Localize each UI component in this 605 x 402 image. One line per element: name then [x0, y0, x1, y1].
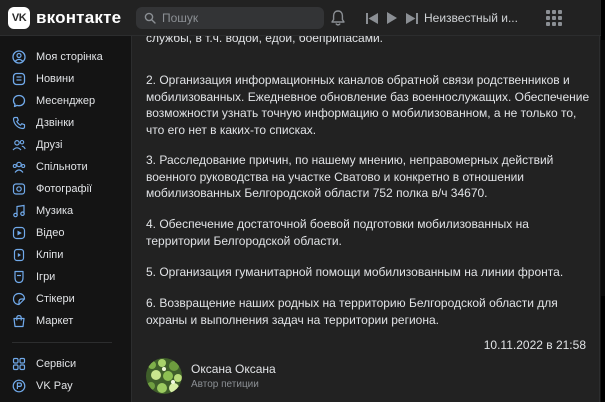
sidebar-item-label: Фотографії: [36, 183, 93, 195]
market-icon: [13, 314, 25, 328]
post-content: службы, в т.ч. водой, едой, боеприпасами…: [131, 36, 600, 402]
notifications-bell-icon[interactable]: [330, 9, 346, 27]
sidebar-item-label: Друзі: [36, 139, 63, 151]
post-paragraph: службы, в т.ч. водой, едой, боеприпасами…: [146, 36, 383, 45]
sidebar-item-label: Відео: [36, 227, 65, 239]
next-track-icon[interactable]: [406, 12, 418, 24]
sidebar-item-label: Маркет: [36, 315, 74, 327]
photos-icon: [12, 183, 26, 195]
petition-author[interactable]: Оксана Оксана Автор петиции: [146, 358, 276, 394]
top-header: VK вконтакте Неизвестный и...: [0, 0, 605, 36]
left-sidebar: Моя сторінка Новини Месенджер Дзвінки Др…: [0, 37, 125, 402]
sidebar-item-market[interactable]: Маркет: [0, 310, 125, 332]
messenger-icon: [12, 94, 26, 108]
author-name[interactable]: Оксана Оксана: [191, 362, 276, 376]
sidebar-item-video[interactable]: Відео: [0, 222, 125, 244]
vk-logo[interactable]: VK вконтакте: [8, 7, 121, 29]
sidebar-item-music[interactable]: Музика: [0, 200, 125, 222]
current-track-title[interactable]: Неизвестный и...: [424, 11, 518, 25]
vkpay-icon: [12, 379, 26, 393]
search-icon: [144, 12, 156, 24]
sidebar-item-my-page[interactable]: Моя сторінка: [0, 46, 125, 68]
search-box[interactable]: [136, 7, 324, 29]
sidebar-item-stickers[interactable]: Стікери: [0, 288, 125, 310]
sidebar-item-label: Дзвінки: [36, 117, 75, 129]
profile-icon: [12, 50, 26, 64]
news-icon: [12, 72, 26, 86]
header-edge: [601, 0, 605, 36]
avatar[interactable]: [146, 358, 182, 394]
post-paragraph: 4. Обеспечение достаточной боевой подгот…: [146, 217, 529, 248]
sidebar-item-clips[interactable]: Кліпи: [0, 244, 125, 266]
sidebar-divider: [12, 342, 112, 343]
stickers-icon: [12, 292, 26, 306]
sidebar-item-services[interactable]: Сервіси: [0, 353, 125, 375]
author-info: Оксана Оксана Автор петиции: [191, 362, 276, 390]
sidebar-item-label: Спільноти: [36, 161, 88, 173]
sidebar-item-calls[interactable]: Дзвінки: [0, 112, 125, 134]
play-icon[interactable]: [387, 12, 397, 24]
sidebar-item-news[interactable]: Новини: [0, 68, 125, 90]
friends-icon: [12, 139, 26, 151]
sidebar-item-label: VK Pay: [36, 380, 73, 392]
sidebar-item-label: Моя сторінка: [36, 51, 103, 63]
services-icon: [12, 357, 26, 371]
sidebar-item-label: Новини: [36, 73, 75, 85]
vk-logo-text: вконтакте: [36, 8, 122, 27]
sidebar-item-communities[interactable]: Спільноти: [0, 156, 125, 178]
phone-icon: [12, 116, 26, 130]
sidebar-item-games[interactable]: Ігри: [0, 266, 125, 288]
sidebar-item-label: Месенджер: [36, 95, 96, 107]
post-paragraph: 3. Расследование причин, по нашему мнени…: [146, 153, 554, 200]
previous-track-icon[interactable]: [366, 12, 378, 24]
music-icon: [13, 204, 25, 218]
video-icon: [12, 226, 26, 240]
post-paragraph: 6. Возвращение наших родных на территори…: [146, 296, 558, 327]
sidebar-item-label: Сервіси: [36, 358, 77, 370]
communities-icon: [12, 161, 26, 173]
sidebar-item-friends[interactable]: Друзі: [0, 134, 125, 156]
post-date: 10.11.2022 в 21:58: [483, 338, 586, 352]
sidebar-item-label: Музика: [36, 205, 74, 217]
sidebar-item-photos[interactable]: Фотографії: [0, 178, 125, 200]
music-player-controls: [366, 12, 418, 24]
sidebar-item-label: Ігри: [36, 271, 56, 283]
sidebar-item-messenger[interactable]: Месенджер: [0, 90, 125, 112]
clips-icon: [13, 248, 25, 262]
post-paragraph: 2. Организация информационных каналов об…: [146, 73, 590, 137]
scrollbar-thumb[interactable]: [601, 40, 605, 296]
author-role: Автор петиции: [191, 379, 259, 390]
apps-grid-icon[interactable]: [546, 10, 562, 26]
games-icon: [14, 270, 24, 284]
search-input[interactable]: [162, 11, 322, 25]
post-paragraph: 5. Организация гуманитарной помощи мобил…: [146, 265, 564, 279]
vk-logo-icon: VK: [8, 7, 30, 29]
sidebar-item-vk-pay[interactable]: VK Pay: [0, 375, 125, 397]
sidebar-item-label: Стікери: [36, 293, 75, 305]
sidebar-item-label: Кліпи: [36, 249, 64, 261]
